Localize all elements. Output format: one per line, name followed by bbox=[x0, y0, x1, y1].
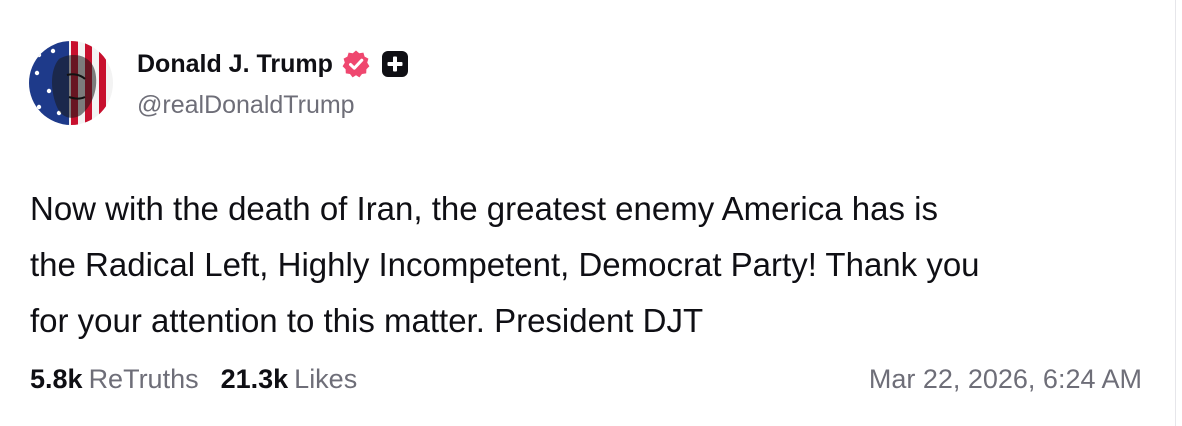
display-name[interactable]: Donald J. Trump bbox=[137, 50, 333, 79]
post-text: Now with the death of Iran, the greatest… bbox=[30, 181, 1150, 349]
retruths-stat[interactable]: 5.8k ReTruths bbox=[30, 364, 199, 395]
post-timestamp[interactable]: Mar 22, 2026, 6:24 AM bbox=[869, 364, 1142, 395]
plus-square-icon bbox=[381, 50, 409, 78]
author-handle[interactable]: @realDonaldTrump bbox=[137, 91, 355, 120]
post-text-line: Now with the death of Iran, the greatest… bbox=[30, 190, 938, 227]
retruths-label: ReTruths bbox=[88, 364, 199, 394]
retruths-count: 5.8k bbox=[30, 364, 83, 394]
likes-stat[interactable]: 21.3k Likes bbox=[221, 364, 358, 395]
likes-count: 21.3k bbox=[220, 364, 289, 394]
author-row: Donald J. Trump bbox=[137, 47, 409, 81]
avatar[interactable] bbox=[29, 41, 113, 125]
post-text-line: the Radical Left, Highly Incompetent, De… bbox=[30, 246, 980, 283]
post-stats: 5.8k ReTruths 21.3k Likes bbox=[30, 364, 357, 395]
post-text-line: for your attention to this matter. Presi… bbox=[30, 302, 704, 339]
verified-check-icon bbox=[341, 49, 371, 79]
post-card: Donald J. Trump @realDonaldTrump Now wit… bbox=[0, 0, 1176, 426]
likes-label: Likes bbox=[294, 364, 358, 394]
avatar-image bbox=[29, 41, 113, 125]
